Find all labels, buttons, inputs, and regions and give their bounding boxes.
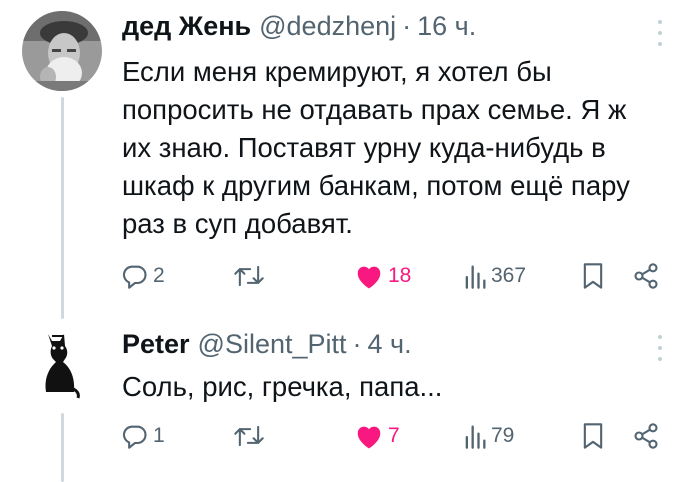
share-icon bbox=[634, 263, 658, 289]
author-handle[interactable]: @dedzhenj bbox=[259, 11, 396, 42]
separator-dot: · bbox=[402, 11, 412, 41]
share-button[interactable] bbox=[631, 262, 661, 290]
more-options-icon[interactable] bbox=[655, 335, 665, 361]
reply-icon bbox=[122, 425, 147, 449]
timestamp[interactable]: 16 ч. bbox=[417, 11, 476, 42]
tweet-header: Peter @Silent_Pitt · 4 ч. bbox=[122, 329, 412, 360]
retweet-icon bbox=[234, 265, 264, 287]
author-name[interactable]: Peter bbox=[122, 329, 190, 360]
bookmark-button[interactable] bbox=[581, 422, 605, 450]
views-count: 79 bbox=[491, 424, 515, 447]
black-cat-icon bbox=[22, 326, 102, 406]
author-name[interactable]: дед Жень bbox=[122, 11, 251, 42]
text-line: попросить не отдавать прах семье. Я ж bbox=[122, 94, 627, 125]
like-count: 18 bbox=[388, 264, 412, 287]
retweet-button[interactable] bbox=[233, 262, 269, 290]
views-count: 367 bbox=[491, 264, 527, 287]
avatar[interactable] bbox=[22, 326, 102, 406]
views-button[interactable]: 367 bbox=[463, 262, 526, 290]
separator-dot: · bbox=[352, 329, 362, 359]
tweet-header: дед Жень @dedzhenj · 16 ч. bbox=[122, 11, 476, 42]
retweet-icon bbox=[234, 425, 264, 447]
reply-icon bbox=[122, 265, 147, 289]
text-line: шкаф к другим банкам, потом ещё пару bbox=[122, 170, 630, 201]
text-line: раз в суп добавят. bbox=[122, 208, 353, 239]
bookmark-icon bbox=[583, 263, 603, 289]
reply-button[interactable]: 1 bbox=[121, 422, 165, 450]
text-line: их знаю. Поставят урну куда-нибудь в bbox=[122, 132, 606, 163]
heart-filled-icon bbox=[357, 426, 381, 449]
text-line: Соль, рис, гречка, папа... bbox=[122, 371, 443, 402]
like-button[interactable]: 7 bbox=[354, 422, 400, 450]
share-button[interactable] bbox=[631, 422, 661, 450]
views-button[interactable]: 79 bbox=[463, 422, 514, 450]
timestamp[interactable]: 4 ч. bbox=[368, 329, 412, 360]
thread-line bbox=[61, 413, 64, 482]
retweet-button[interactable] bbox=[233, 422, 269, 450]
like-count: 7 bbox=[388, 424, 400, 447]
text-line: Если меня кремируют, я хотел бы bbox=[122, 56, 552, 87]
heart-filled-icon bbox=[357, 266, 381, 289]
reply-button[interactable]: 2 bbox=[121, 262, 165, 290]
views-icon bbox=[465, 265, 486, 289]
old-man-photo-icon bbox=[22, 11, 102, 91]
more-options-icon[interactable] bbox=[655, 20, 665, 46]
like-button[interactable]: 18 bbox=[354, 262, 411, 290]
avatar[interactable] bbox=[22, 11, 102, 91]
reply-count: 1 bbox=[153, 424, 165, 447]
reply-count: 2 bbox=[153, 264, 165, 287]
author-handle[interactable]: @Silent_Pitt bbox=[198, 329, 347, 360]
views-icon bbox=[465, 425, 486, 449]
share-icon bbox=[634, 423, 658, 449]
thread-line bbox=[61, 97, 64, 319]
bookmark-button[interactable] bbox=[581, 262, 605, 290]
bookmark-icon bbox=[583, 423, 603, 449]
